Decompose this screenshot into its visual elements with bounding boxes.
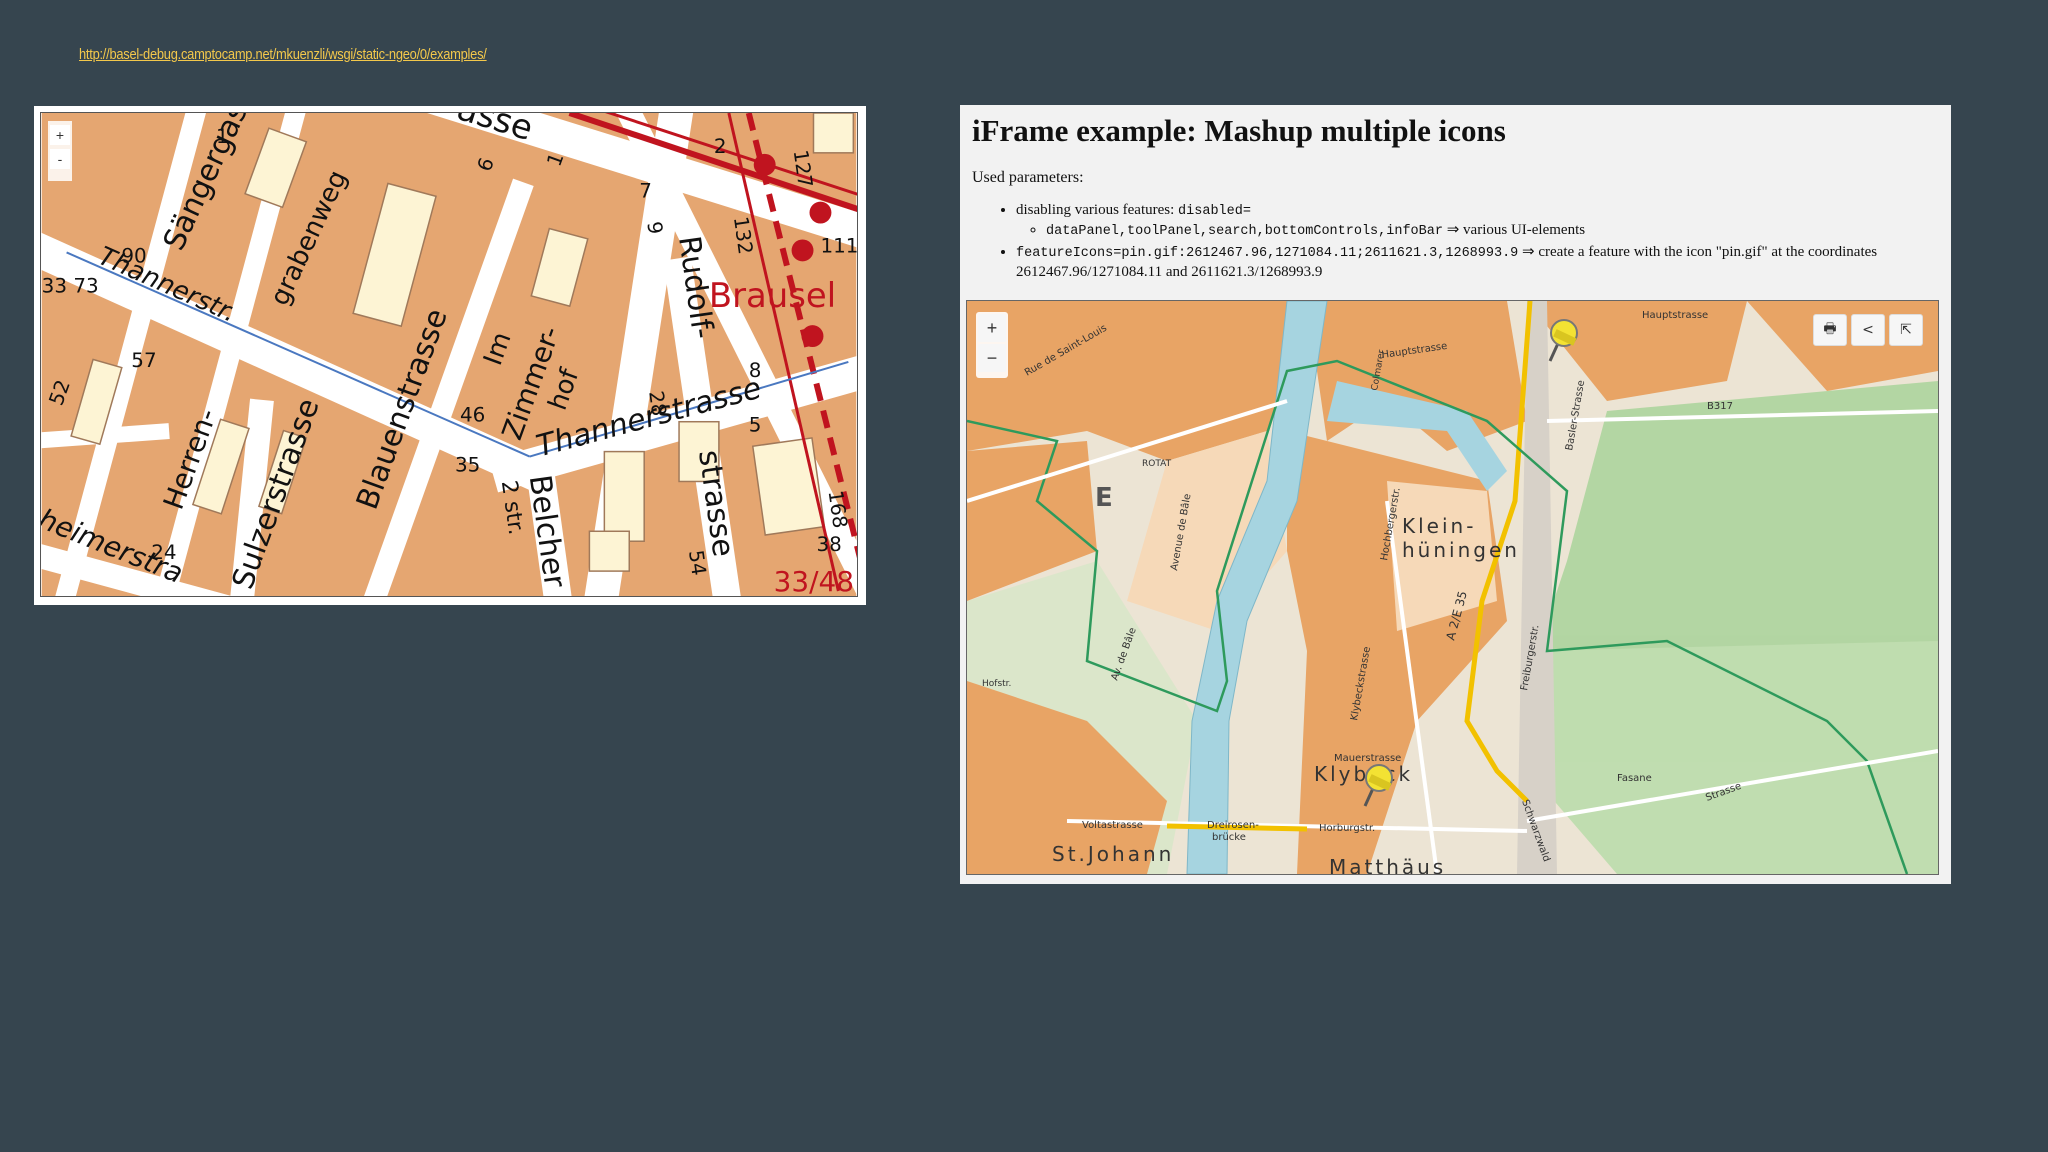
house-number: 5 xyxy=(749,414,762,437)
house-number: 8 xyxy=(749,359,762,382)
map-label-rotat: ROTAT xyxy=(1142,459,1172,469)
map-label-klybeck: Klybeck xyxy=(1314,762,1413,786)
map-label-stjohann: St.Johann xyxy=(1052,842,1174,866)
house-number: 33 73 xyxy=(42,274,99,297)
house-number: 54 xyxy=(684,549,710,577)
map-label-b317: B317 xyxy=(1707,401,1733,412)
param-code: dataPanel,toolPanel,search,bottomControl… xyxy=(1046,224,1443,239)
map-label-klein: Klein- xyxy=(1402,514,1476,538)
right-map-canvas[interactable]: Klein- hüningen Klybeck St.Johann Matthä… xyxy=(967,301,1938,874)
map-toolbar: 🖶 < ⇱ xyxy=(1813,314,1923,346)
left-map-panel[interactable]: Sängergass grabenweg Thannerstr. Thanner… xyxy=(34,106,866,605)
house-number: 111 xyxy=(820,234,858,257)
print-icon[interactable]: 🖶 xyxy=(1813,314,1847,346)
left-zoom-in-button[interactable]: + xyxy=(50,125,70,145)
map-label-hauptstrasse-2: Hauptstrasse xyxy=(1642,310,1708,321)
house-number: 90 xyxy=(121,244,146,267)
map-label-fasane: Fasane xyxy=(1617,773,1652,784)
param-text: disabling various features: xyxy=(1016,202,1179,218)
zoom-in-button[interactable]: + xyxy=(978,314,1006,342)
map-label-mauerstrasse: Mauerstrasse xyxy=(1334,753,1401,764)
params-label: Used parameters: xyxy=(972,169,1084,186)
map-label-horburgstr: Horburgstr. xyxy=(1319,823,1375,834)
param-item-disabled: disabling various features: disabled= da… xyxy=(1016,201,1939,241)
params-list: disabling various features: disabled= da… xyxy=(972,201,1939,282)
param-subitem: dataPanel,toolPanel,search,bottomControl… xyxy=(1046,221,1939,241)
right-map-zoom-control: + − xyxy=(976,312,1008,378)
page-title: iFrame example: Mashup multiple icons xyxy=(972,113,1506,148)
map-label-matthaus: Matthäus xyxy=(1329,855,1446,874)
house-number: 24 xyxy=(151,541,176,564)
param-text: ⇒ various UI-elements xyxy=(1442,222,1586,238)
zoom-out-button[interactable]: − xyxy=(978,344,1006,372)
house-number: 2 xyxy=(714,135,727,158)
open-external-icon[interactable]: ⇱ xyxy=(1889,314,1923,346)
label-route: 33/48 xyxy=(774,565,854,597)
house-number: 46 xyxy=(460,404,485,427)
left-zoom-out-button[interactable]: - xyxy=(50,149,70,169)
house-number: 57 xyxy=(131,349,156,372)
house-number: 28 xyxy=(644,389,670,417)
iframe-map[interactable]: Klein- hüningen Klybeck St.Johann Matthä… xyxy=(966,300,1939,875)
param-code: featureIcons=pin.gif:2612467.96,1271084.… xyxy=(1016,246,1519,261)
map-label-e: E xyxy=(1095,483,1113,513)
param-code: disabled= xyxy=(1178,204,1251,219)
top-url-link[interactable]: http://basel-debug.camptocamp.net/mkuenz… xyxy=(79,46,487,63)
house-number: 38 xyxy=(816,533,841,556)
map-label-brucke: brücke xyxy=(1212,832,1246,843)
map-label-hofstr: Hofstr. xyxy=(982,679,1011,689)
map-label-huningen: hüningen xyxy=(1402,538,1520,562)
share-icon[interactable]: < xyxy=(1851,314,1885,346)
left-map-canvas[interactable]: Sängergass grabenweg Thannerstr. Thanner… xyxy=(40,112,858,597)
left-map-zoom-control: + - xyxy=(48,121,72,181)
param-item-feature-icons: featureIcons=pin.gif:2612467.96,1271084.… xyxy=(1016,243,1939,282)
map-label-voltastrasse: Voltastrasse xyxy=(1082,820,1143,831)
label-brausel: Brausel xyxy=(709,276,836,315)
house-number: 7 xyxy=(639,180,652,203)
house-number: 1 xyxy=(216,125,229,148)
map-label-dreirosen: Dreirosen- xyxy=(1207,820,1259,831)
house-number: 35 xyxy=(455,454,480,477)
